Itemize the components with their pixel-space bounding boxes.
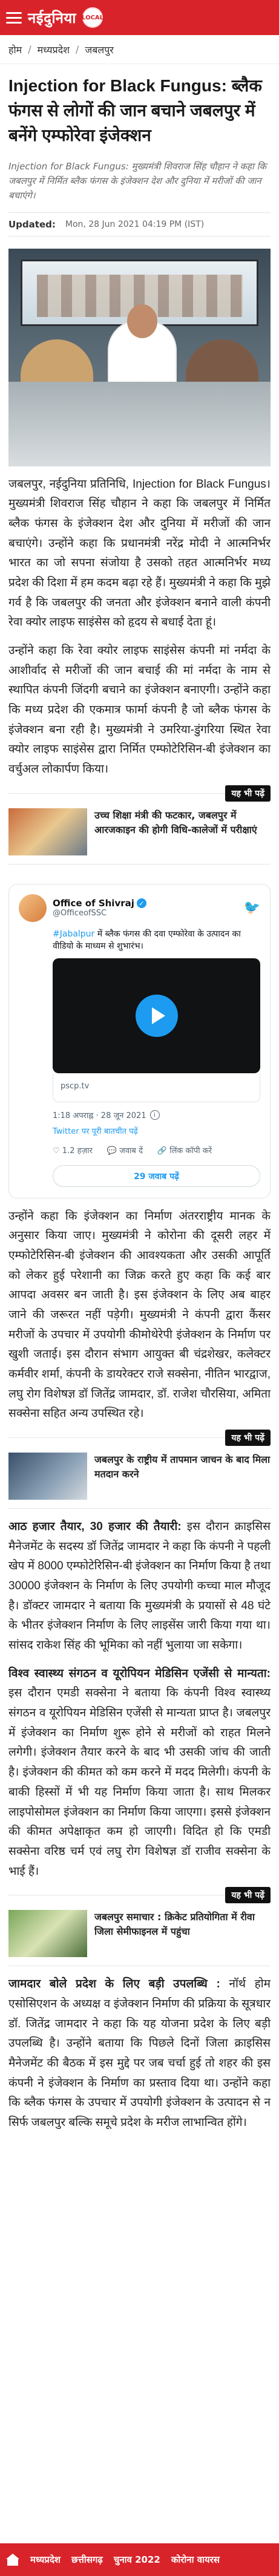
related-tag: यह भी पढ़ें xyxy=(225,785,271,802)
tweet-avatar[interactable] xyxy=(19,894,47,922)
related-thumbnail[interactable] xyxy=(8,808,87,855)
paragraph-body: इस दौरान एमडी सक्सेना ने बताया कि कंपनी … xyxy=(8,1687,271,1878)
tweet-text: #Jabalpur में ब्लैक फंगस की दवा एम्फोरेव… xyxy=(53,928,260,953)
tweet-author-name[interactable]: Office of Shivraj xyxy=(53,898,134,909)
person-head-graphic xyxy=(127,304,157,338)
tweet-time[interactable]: 1:18 अपराह्न · 28 जून 2021 xyxy=(53,1110,146,1120)
breadcrumb-separator: / xyxy=(28,44,31,55)
article-paragraph: जामदार बोले प्रदेश के लिए बड़ी उपलब्धि :… xyxy=(0,1966,279,2133)
related-article[interactable]: यह भी पढ़ें जबलपुर समाचार : क्रिकेट प्रत… xyxy=(8,1887,271,1967)
top-header: नईदुनिया LOCAL xyxy=(0,0,279,35)
reply-action[interactable]: 💬 जवाब दें xyxy=(107,1145,143,1156)
related-tag: यह भी पढ़ें xyxy=(225,1430,271,1447)
bottom-nav-item[interactable]: चुनाव 2022 xyxy=(114,2554,160,2566)
article-title: Injection for Black Fungus: ब्लैक फंगस स… xyxy=(8,76,262,145)
article-paragraph: जबलपुर, नईदुनिया प्रतिनिधि, Injection fo… xyxy=(8,477,271,629)
read-replies-button[interactable]: 29 जवाब पढ़ें xyxy=(53,1165,260,1188)
bottom-nav-item[interactable]: कोरोना वायरस xyxy=(171,2554,220,2566)
page: नईदुनिया LOCAL होम / मध्यप्रदेश / जबलपुर… xyxy=(0,0,279,2576)
breadcrumb-section[interactable]: मध्यप्रदेश xyxy=(38,43,70,56)
article-paragraph: उन्होंने कहा कि इंजेक्शन का निर्माण अंतर… xyxy=(8,1209,271,1420)
bottom-nav-item[interactable]: मध्यप्रदेश xyxy=(30,2554,61,2566)
related-title[interactable]: जबलपुर समाचार : क्रिकेट प्रतियोगिता में … xyxy=(94,1910,271,1939)
breadcrumb: होम / मध्यप्रदेश / जबलपुर xyxy=(0,35,279,64)
related-article[interactable]: यह भी पढ़ें जबलपुर के राष्ट्रीय में तापम… xyxy=(8,1430,271,1509)
related-title[interactable]: उच्च शिक्षा मंत्री की फटकार, जबलपुर में … xyxy=(94,808,271,837)
menu-icon[interactable] xyxy=(6,11,22,24)
local-badge[interactable]: LOCAL xyxy=(82,7,103,28)
updated-label: Updated: xyxy=(8,218,56,230)
tweet-video-domain[interactable]: pscp.tv xyxy=(53,1073,260,1103)
tweet-embed: Office of Shivraj ✓ @OfficeofSSC 🐦 #Jabal… xyxy=(8,883,271,1198)
related-article[interactable]: यह भी पढ़ें उच्च शिक्षा मंत्री की फटकार,… xyxy=(8,785,271,865)
article-paragraph: आठ हजार तैयार, 30 हजार की तैयारी: इस दौर… xyxy=(0,1509,279,1656)
paragraph-body: इस दौरान क्राइसिस मैनेजमेंट के सदस्य डॉ … xyxy=(8,1520,271,1652)
site-logo[interactable]: नईदुनिया xyxy=(28,8,76,28)
link-icon: 🔗 xyxy=(157,1146,168,1156)
like-action[interactable]: ♡ 1.2 हज़ार xyxy=(53,1145,93,1156)
home-icon[interactable] xyxy=(6,2554,19,2566)
article-paragraph: उन्होंने कहा कि रेवा क्योर लाइफ साइंसेस … xyxy=(8,644,271,776)
article-paragraph: विश्व स्वास्थ्य संगठन व यूरोपियन मेडिसिन… xyxy=(0,1656,279,1881)
tweet-handle[interactable]: @OfficeofSSC xyxy=(53,909,238,918)
bottom-nav: मध्यप्रदेश छत्तीसगढ़ चुनाव 2022 कोरोना व… xyxy=(0,2543,279,2576)
breadcrumb-city[interactable]: जबलपुर xyxy=(85,43,114,56)
tweet-hashtag[interactable]: #Jabalpur xyxy=(53,929,94,939)
breadcrumb-home[interactable]: होम xyxy=(8,43,22,56)
copy-link-label: लिंक कॉपी करें xyxy=(169,1146,212,1156)
updated-row: Updated: Mon, 28 Jun 2021 04:19 PM (IST) xyxy=(8,212,271,237)
info-icon[interactable]: i xyxy=(149,1110,160,1120)
twitter-bird-icon[interactable]: 🐦 xyxy=(244,900,260,915)
paragraph-body: नॉर्थ होम एसोसिएशन के अध्यक्ष व इंजेक्शन… xyxy=(8,1978,271,2129)
related-thumbnail[interactable] xyxy=(8,1910,87,1958)
updated-time: Mon, 28 Jun 2021 04:19 PM (IST) xyxy=(65,219,205,229)
related-title[interactable]: जबलपुर के राष्ट्रीय में तापमान जाचन के ब… xyxy=(94,1453,271,1482)
related-thumbnail[interactable] xyxy=(8,1453,87,1500)
bottom-nav-item[interactable]: छत्तीसगढ़ xyxy=(71,2554,103,2566)
reply-label: जवाब दें xyxy=(119,1146,143,1156)
subhead: जामदार बोले प्रदेश के लिए बड़ी उपलब्धि : xyxy=(8,1978,220,1991)
reply-icon: 💬 xyxy=(107,1146,117,1156)
related-tag: यह भी पढ़ें xyxy=(225,1887,271,1904)
tweet-video[interactable] xyxy=(53,958,260,1074)
copy-link-action[interactable]: 🔗 लिंक कॉपी करें xyxy=(157,1145,212,1156)
like-count: 1.2 हज़ार xyxy=(62,1146,93,1156)
table-graphic xyxy=(8,381,271,466)
verified-icon: ✓ xyxy=(136,898,146,909)
hero-image xyxy=(8,248,271,466)
breadcrumb-separator: / xyxy=(75,44,79,55)
tweet-conversation-link[interactable]: Twitter पर पूरी बातचीत पढ़ें xyxy=(53,1125,260,1136)
play-icon[interactable] xyxy=(135,995,178,1038)
article-summary: Injection for Black Fungus: मुख्यमंत्री … xyxy=(8,160,266,201)
heart-icon: ♡ xyxy=(53,1146,60,1156)
subhead: विश्व स्वास्थ्य संगठन व यूरोपियन मेडिसिन… xyxy=(8,1667,271,1680)
subhead: आठ हजार तैयार, 30 हजार की तैयारी: xyxy=(8,1520,182,1534)
